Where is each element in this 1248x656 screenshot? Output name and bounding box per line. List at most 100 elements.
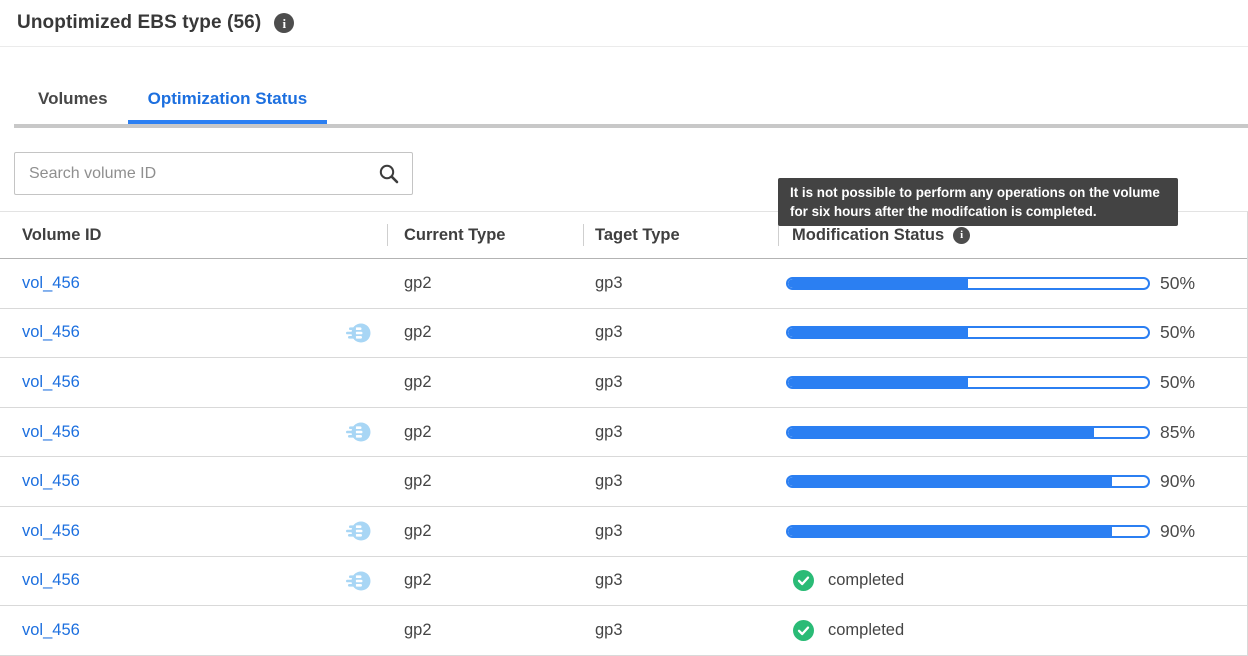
progress-bar: 50% <box>786 372 1195 393</box>
volume-id-link[interactable]: vol_456 <box>22 571 80 590</box>
table-body: vol_456 gp2 gp3 50% <box>0 259 1247 656</box>
tabs-divider <box>14 124 1248 128</box>
completed-status: completed <box>793 570 904 591</box>
modification-status-cell: completed <box>778 606 1247 655</box>
tab-volumes[interactable]: Volumes <box>18 88 128 110</box>
modification-status-info-icon[interactable]: i <box>953 227 970 244</box>
volume-id-link[interactable]: vol_456 <box>22 522 80 541</box>
current-type-cell: gp2 <box>387 557 583 606</box>
current-type-cell: gp2 <box>387 309 583 358</box>
header-volume-id: Volume ID <box>0 212 387 258</box>
target-type-cell: gp3 <box>583 408 778 457</box>
fast-transfer-icon <box>345 569 371 593</box>
check-circle-icon <box>793 570 814 591</box>
volume-id-link[interactable]: vol_456 <box>22 423 80 442</box>
progress-track <box>786 525 1150 538</box>
modification-status-cell: 90% <box>778 457 1247 506</box>
volume-id-cell: vol_456 <box>0 557 387 606</box>
page-title: Unoptimized EBS type (56) <box>17 12 261 34</box>
tab-list: Volumes Optimization Status <box>18 88 327 110</box>
search-input[interactable] <box>15 153 412 194</box>
current-type-cell: gp2 <box>387 358 583 407</box>
tooltip: It is not possible to perform any operat… <box>778 178 1178 226</box>
progress-fill <box>788 527 1112 536</box>
modification-status-cell: 50% <box>778 358 1247 407</box>
progress-track <box>786 376 1150 389</box>
volume-id-link[interactable]: vol_456 <box>22 274 80 293</box>
progress-bar: 50% <box>786 273 1195 294</box>
title-bar: Unoptimized EBS type (56) i <box>0 0 1248 47</box>
table-row: vol_456 gp2 gp3 90% <box>0 457 1247 507</box>
volume-id-cell: vol_456 <box>0 259 387 308</box>
progress-percent: 85% <box>1160 422 1195 443</box>
volume-id-link[interactable]: vol_456 <box>22 323 80 342</box>
header-current-type: Current Type <box>387 212 583 258</box>
table-row: vol_456 gp2 gp3 50% <box>0 358 1247 408</box>
target-type-cell: gp3 <box>583 507 778 556</box>
volume-id-link[interactable]: vol_456 <box>22 472 80 491</box>
volume-id-cell: vol_456 <box>0 358 387 407</box>
progress-bar: 90% <box>786 471 1195 492</box>
table-row: vol_456 gp2 gp3 85% <box>0 408 1247 458</box>
progress-percent: 90% <box>1160 471 1195 492</box>
progress-track <box>786 277 1150 290</box>
progress-fill <box>788 477 1112 486</box>
table-row: vol_456 gp2 gp3 <box>0 606 1247 656</box>
progress-track <box>786 326 1150 339</box>
title-info-icon[interactable]: i <box>274 13 294 33</box>
modification-status-cell: 50% <box>778 309 1247 358</box>
search-box <box>14 152 413 195</box>
progress-percent: 90% <box>1160 521 1195 542</box>
fast-transfer-icon <box>345 420 371 444</box>
fast-transfer-icon <box>345 519 371 543</box>
target-type-cell: gp3 <box>583 259 778 308</box>
progress-fill <box>788 428 1094 437</box>
progress-percent: 50% <box>1160 322 1195 343</box>
progress-track <box>786 426 1150 439</box>
target-type-cell: gp3 <box>583 606 778 655</box>
target-type-cell: gp3 <box>583 309 778 358</box>
target-type-cell: gp3 <box>583 457 778 506</box>
volume-id-link[interactable]: vol_456 <box>22 373 80 392</box>
progress-bar: 85% <box>786 422 1195 443</box>
current-type-cell: gp2 <box>387 507 583 556</box>
volume-id-cell: vol_456 <box>0 309 387 358</box>
target-type-cell: gp3 <box>583 358 778 407</box>
modification-status-cell: completed <box>778 557 1247 606</box>
current-type-cell: gp2 <box>387 259 583 308</box>
progress-track <box>786 475 1150 488</box>
table-row: vol_456 gp2 gp3 50% <box>0 309 1247 359</box>
completed-status: completed <box>793 620 904 641</box>
progress-fill <box>788 378 968 387</box>
current-type-cell: gp2 <box>387 606 583 655</box>
modification-status-cell: 85% <box>778 408 1247 457</box>
volume-id-cell: vol_456 <box>0 507 387 556</box>
header-target-type: Taget Type <box>583 212 778 258</box>
completed-label: completed <box>828 571 904 590</box>
table-row: vol_456 gp2 gp3 <box>0 557 1247 607</box>
progress-percent: 50% <box>1160 372 1195 393</box>
tab-optimization-status[interactable]: Optimization Status <box>128 88 328 110</box>
progress-bar: 90% <box>786 521 1195 542</box>
volume-id-link[interactable]: vol_456 <box>22 621 80 640</box>
target-type-cell: gp3 <box>583 557 778 606</box>
volume-id-cell: vol_456 <box>0 408 387 457</box>
check-circle-icon <box>793 620 814 641</box>
app-window: Unoptimized EBS type (56) i Volumes Opti… <box>0 0 1248 656</box>
modification-status-cell: 90% <box>778 507 1247 556</box>
progress-fill <box>788 279 968 288</box>
completed-label: completed <box>828 621 904 640</box>
current-type-cell: gp2 <box>387 408 583 457</box>
progress-percent: 50% <box>1160 273 1195 294</box>
fast-transfer-icon <box>345 321 371 345</box>
progress-bar: 50% <box>786 322 1195 343</box>
table-row: vol_456 gp2 gp3 90% <box>0 507 1247 557</box>
volume-id-cell: vol_456 <box>0 606 387 655</box>
modification-status-cell: 50% <box>778 259 1247 308</box>
table-row: vol_456 gp2 gp3 50% <box>0 259 1247 309</box>
progress-fill <box>788 328 968 337</box>
search-icon[interactable] <box>378 163 400 185</box>
volume-id-cell: vol_456 <box>0 457 387 506</box>
current-type-cell: gp2 <box>387 457 583 506</box>
table: Volume ID Current Type Taget Type Modifi… <box>0 211 1248 656</box>
